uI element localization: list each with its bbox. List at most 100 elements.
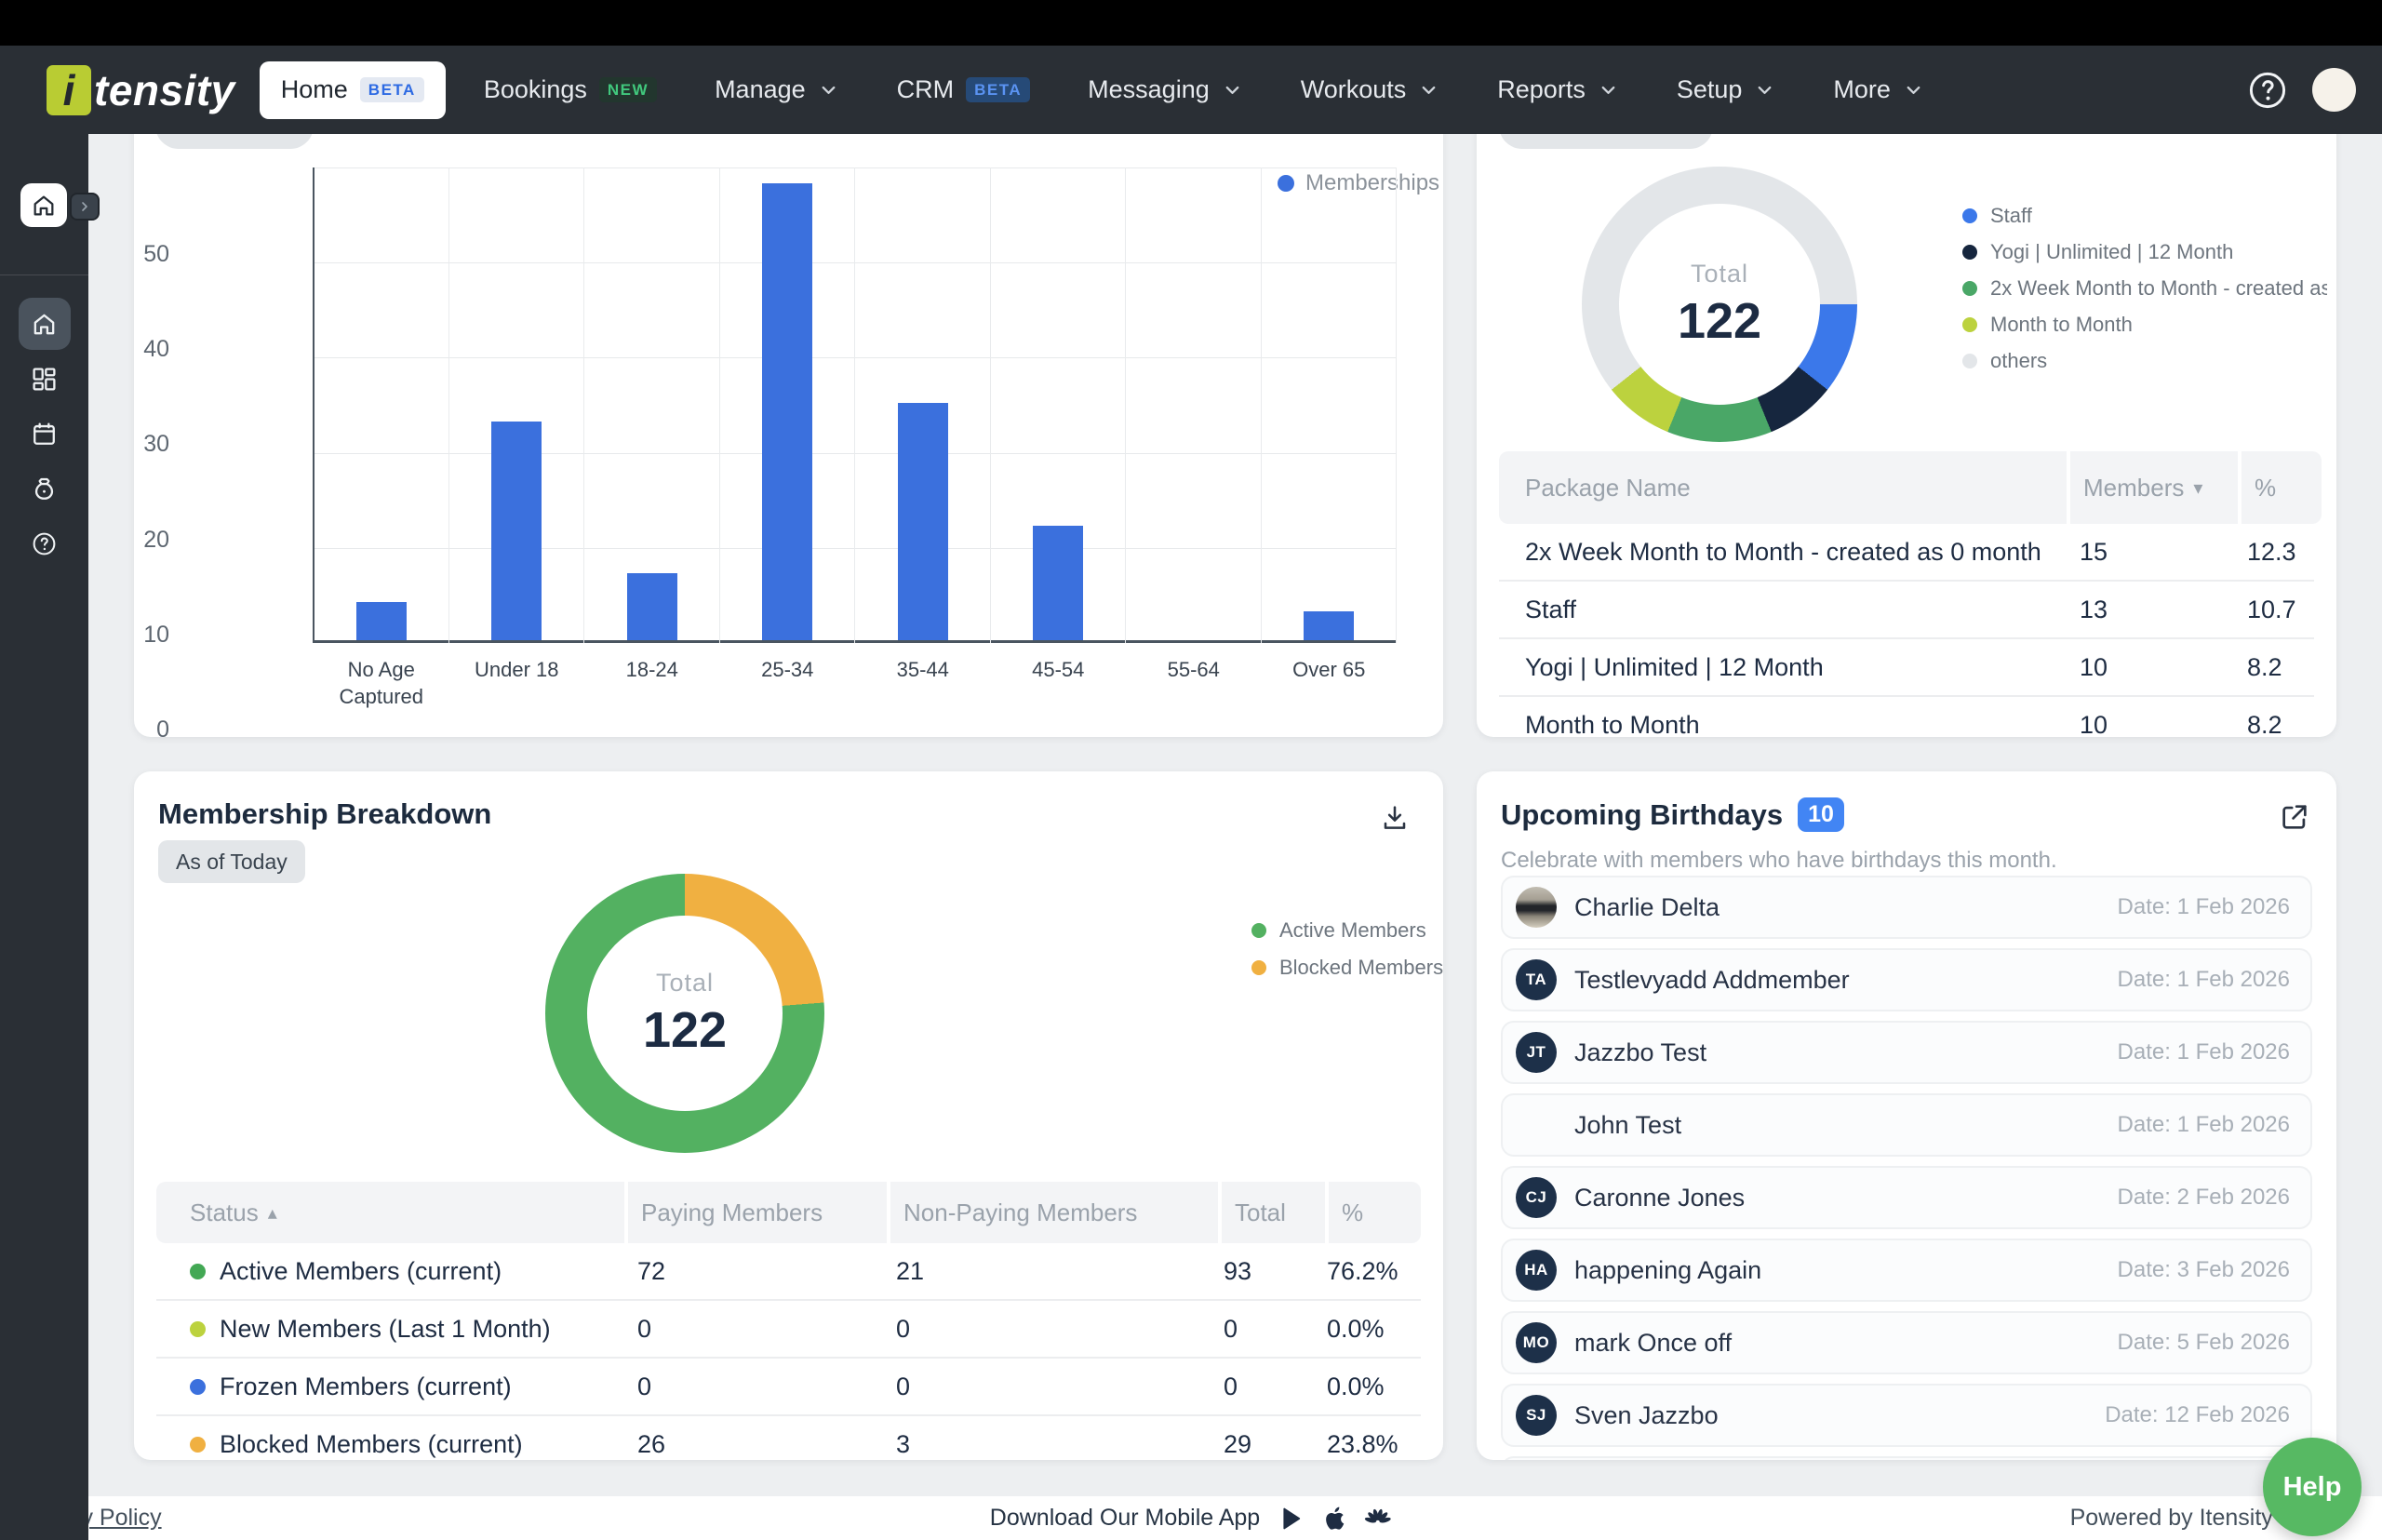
legend-label: 2x Week Month to Month - created as 0... bbox=[1990, 276, 2327, 301]
status-dot bbox=[190, 1264, 206, 1279]
app-root: i tensity HomeBETABookingsNEWManageCRMBE… bbox=[0, 0, 2382, 1540]
help-circle-icon[interactable] bbox=[2247, 70, 2288, 111]
table-row[interactable]: Active Members (current)72219376.2% bbox=[156, 1243, 1421, 1301]
legend-item[interactable]: Yogi | Unlimited | 12 Month bbox=[1962, 240, 2327, 264]
table-row[interactable]: 2x Week Month to Month - created as 0 mo… bbox=[1499, 524, 2314, 582]
legend-dot bbox=[1962, 354, 1977, 368]
google-play-icon[interactable] bbox=[1278, 1505, 1306, 1533]
sidebar-home-button[interactable] bbox=[20, 183, 67, 227]
table-row[interactable]: Staff1310.7 bbox=[1499, 582, 2314, 639]
package-table-body: 2x Week Month to Month - created as 0 mo… bbox=[1499, 524, 2314, 737]
nav-item-label: Workouts bbox=[1301, 75, 1407, 104]
birthday-list-item[interactable]: TATestlevyadd AddmemberDate: 1 Feb 2026 bbox=[1501, 948, 2312, 1011]
as-of-today-chip[interactable]: As of Today bbox=[158, 840, 305, 883]
legend-item[interactable]: Month to Month bbox=[1962, 313, 2327, 337]
bar-under-18 bbox=[491, 422, 542, 640]
nav-item-home[interactable]: HomeBETA bbox=[260, 61, 446, 119]
nav-item-workouts[interactable]: Workouts bbox=[1272, 61, 1469, 119]
sidebar-item-dashboard[interactable] bbox=[19, 353, 71, 405]
birthday-list-item[interactable]: SJSven JazzboDate: 12 Feb 2026 bbox=[1501, 1384, 2312, 1447]
birthday-list-item-partial[interactable] bbox=[1501, 1456, 2312, 1460]
sidebar-item-money-bag[interactable] bbox=[19, 462, 71, 515]
status-dot bbox=[190, 1437, 206, 1453]
cell: 0 bbox=[624, 1373, 883, 1401]
cell: 0 bbox=[883, 1373, 1211, 1401]
table-row[interactable]: New Members (Last 1 Month)0000.0% bbox=[156, 1301, 1421, 1359]
gridline-vertical bbox=[990, 167, 991, 643]
legend-item[interactable]: Active Members bbox=[1251, 918, 1443, 943]
cell: 0 bbox=[883, 1315, 1211, 1344]
cell: 10 bbox=[2067, 711, 2234, 738]
column-header-members[interactable]: Members▾ bbox=[2070, 451, 2238, 524]
table-row[interactable]: Month to Month108.2 bbox=[1499, 697, 2314, 737]
status-dot bbox=[190, 1379, 206, 1395]
app-logo[interactable]: i tensity bbox=[47, 65, 235, 115]
nav-item-reports[interactable]: Reports bbox=[1468, 61, 1648, 119]
birthday-list-item[interactable]: HAhappening AgainDate: 3 Feb 2026 bbox=[1501, 1239, 2312, 1302]
column-header-status[interactable]: Status▴ bbox=[156, 1182, 624, 1243]
nav-item-setup[interactable]: Setup bbox=[1648, 61, 1805, 119]
nav-item-messaging[interactable]: Messaging bbox=[1059, 61, 1272, 119]
column-header-total: Total bbox=[1222, 1182, 1325, 1243]
nav-items: HomeBETABookingsNEWManageCRMBETAMessagin… bbox=[260, 46, 1953, 134]
package-table-header: Package NameMembers▾% bbox=[1499, 451, 2314, 524]
legend-item[interactable]: 2x Week Month to Month - created as 0... bbox=[1962, 276, 2327, 301]
nav-item-bookings[interactable]: BookingsNEW bbox=[455, 61, 686, 119]
legend-dot bbox=[1962, 245, 1977, 260]
sidebar-expand-toggle[interactable] bbox=[70, 193, 100, 221]
top-black-strip bbox=[0, 0, 2382, 46]
table-row[interactable]: Blocked Members (current)2632923.8% bbox=[156, 1416, 1421, 1460]
page-footer: Privacy Policy Download Our Mobile App P… bbox=[0, 1496, 2382, 1540]
legend-item[interactable]: others bbox=[1962, 349, 2327, 373]
gridline bbox=[314, 262, 1397, 263]
open-external-button[interactable] bbox=[2279, 801, 2310, 836]
sidebar-item-home[interactable] bbox=[19, 298, 71, 350]
status-cell: Blocked Members (current) bbox=[156, 1430, 624, 1459]
chevron-down-icon bbox=[1418, 79, 1439, 100]
birthday-date: Date: 2 Feb 2026 bbox=[2118, 1185, 2290, 1211]
legend-dot bbox=[1251, 923, 1266, 938]
cell: Yogi | Unlimited | 12 Month bbox=[1499, 653, 2067, 682]
birthday-list-item[interactable]: JTJazzbo TestDate: 1 Feb 2026 bbox=[1501, 1021, 2312, 1084]
nav-item-manage[interactable]: Manage bbox=[686, 61, 868, 119]
package-legend: Staff Yogi | Unlimited | 12 Month 2x Week … bbox=[1962, 204, 2327, 373]
upcoming-birthdays-card: Upcoming Birthdays 10 Celebrate with mem… bbox=[1477, 771, 2336, 1460]
birthday-list-item[interactable]: MOmark Once offDate: 5 Feb 2026 bbox=[1501, 1311, 2312, 1374]
apple-icon[interactable] bbox=[1321, 1505, 1349, 1533]
member-name: John Test bbox=[1574, 1111, 1681, 1140]
nav-item-crm[interactable]: CRMBETA bbox=[868, 61, 1060, 119]
birthday-list-item[interactable]: CJCaronne JonesDate: 2 Feb 2026 bbox=[1501, 1166, 2312, 1229]
user-avatar[interactable] bbox=[2312, 68, 2356, 112]
sidebar-item-help[interactable] bbox=[19, 517, 71, 569]
nav-item-more[interactable]: More bbox=[1804, 61, 1953, 119]
table-row[interactable]: Frozen Members (current)0000.0% bbox=[156, 1359, 1421, 1416]
legend-item[interactable]: Blocked Members bbox=[1251, 956, 1443, 980]
status-label: Active Members (current) bbox=[220, 1257, 502, 1286]
birthday-list-item[interactable]: Charlie DeltaDate: 1 Feb 2026 bbox=[1501, 876, 2312, 939]
legend-item[interactable]: Staff bbox=[1962, 204, 2327, 228]
gridline bbox=[314, 453, 1397, 454]
member-name: Charlie Delta bbox=[1574, 893, 1720, 922]
member-name: happening Again bbox=[1574, 1256, 1761, 1285]
huawei-icon[interactable] bbox=[1364, 1505, 1392, 1533]
x-axis-label: No Age Captured bbox=[314, 657, 449, 710]
column-header--: % bbox=[1329, 1182, 1421, 1243]
table-row[interactable]: Yogi | Unlimited | 12 Month108.2 bbox=[1499, 639, 2314, 697]
sidebar-item-calendar[interactable] bbox=[19, 408, 71, 460]
y-axis-label: 40 bbox=[134, 336, 169, 363]
cell: 12.3 bbox=[2234, 538, 2314, 567]
member-name: Caronne Jones bbox=[1574, 1184, 1745, 1212]
help-fab[interactable]: Help bbox=[2263, 1438, 2362, 1536]
birthday-list-item[interactable]: John Test Date: 1 Feb 2026 bbox=[1501, 1093, 2312, 1157]
nav-item-label: Home bbox=[281, 75, 348, 104]
birthday-date: Date: 1 Feb 2026 bbox=[2118, 1112, 2290, 1138]
cell: 2x Week Month to Month - created as 0 mo… bbox=[1499, 538, 2067, 567]
download-button[interactable] bbox=[1380, 803, 1410, 836]
birthdays-subtitle: Celebrate with members who have birthday… bbox=[1501, 848, 2057, 874]
cell: 0 bbox=[1211, 1315, 1314, 1344]
nav-right bbox=[2247, 68, 2356, 112]
cell: 0 bbox=[1211, 1373, 1314, 1401]
cell: 72 bbox=[624, 1257, 883, 1286]
package-donut-chart: Total 122 bbox=[1582, 167, 1857, 442]
legend-label: others bbox=[1990, 349, 2047, 373]
